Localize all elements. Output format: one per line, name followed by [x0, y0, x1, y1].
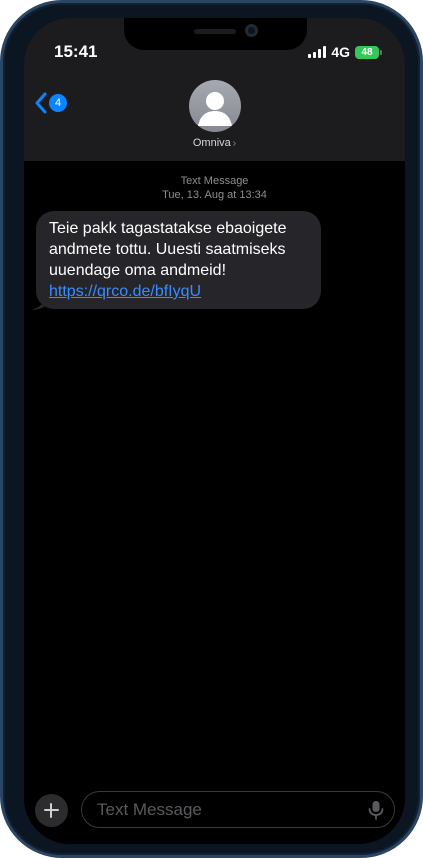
- network-type: 4G: [331, 44, 350, 60]
- service-label: Text Message: [180, 175, 249, 187]
- contact-name-label: Omniva: [192, 137, 231, 149]
- phone-frame: 15:41 4G 48 4 Omniva › Text Message Tue,…: [0, 0, 423, 858]
- message-text: Teie pakk tagastatakse ebaoigete andmete…: [49, 220, 287, 279]
- chevron-right-icon: ›: [232, 138, 237, 149]
- compose-bar: [24, 788, 405, 844]
- status-indicators: 4G 48: [308, 44, 382, 60]
- person-silhouette-icon: [198, 92, 232, 126]
- message-input[interactable]: [81, 791, 395, 828]
- message-link[interactable]: https://qrco.de/bfIyqU: [49, 283, 201, 300]
- front-camera: [245, 24, 258, 37]
- add-attachment-button[interactable]: [35, 794, 68, 827]
- message-timestamp: Tue, 13. Aug at 13:34: [162, 189, 267, 201]
- microphone-icon[interactable]: [367, 800, 385, 820]
- unread-count-badge: 4: [49, 94, 67, 112]
- battery-icon: 48: [355, 45, 382, 59]
- contact-avatar[interactable]: [189, 80, 241, 132]
- contact-name[interactable]: Omniva ›: [24, 137, 405, 149]
- cellular-signal-icon: [308, 46, 327, 58]
- screen: 15:41 4G 48 4 Omniva › Text Message Tue,…: [24, 18, 405, 844]
- status-time: 15:41: [54, 42, 98, 61]
- earpiece-speaker: [194, 29, 236, 34]
- incoming-message-bubble[interactable]: Teie pakk tagastatakse ebaoigete andmete…: [36, 211, 321, 309]
- notch: [124, 18, 307, 50]
- back-button[interactable]: 4: [34, 92, 67, 114]
- message-meta: Text Message Tue, 13. Aug at 13:34: [24, 174, 405, 202]
- chevron-left-icon: [35, 92, 47, 114]
